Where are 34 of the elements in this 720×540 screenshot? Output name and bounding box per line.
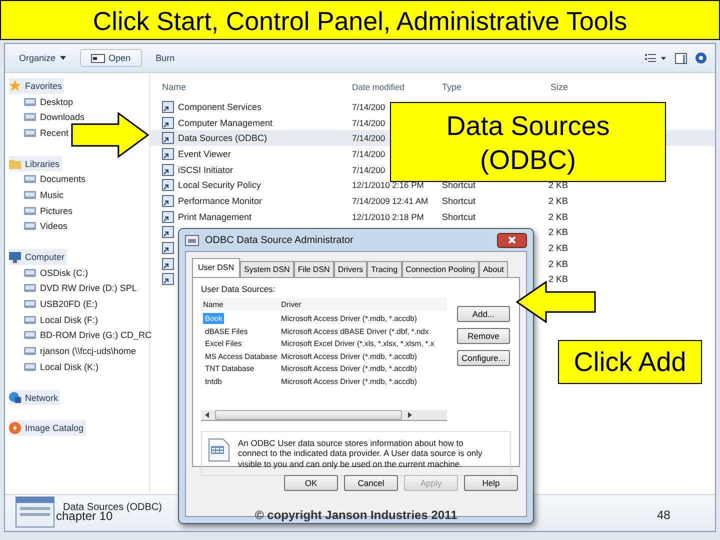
dialog-title: ODBC Data Source Administrator: [205, 234, 354, 246]
list-label: User Data Sources:: [201, 284, 276, 294]
copyright-text: © copyright Janson Industries 2011: [255, 508, 458, 522]
file-size: 2 KB: [548, 180, 568, 190]
file-date: 7/14/200: [352, 148, 386, 159]
file-name: Event Viewer: [178, 148, 231, 159]
callout-tooltip: Click Add: [558, 340, 702, 384]
file-size: 2 KB: [548, 227, 568, 238]
file-type: Shortcut: [442, 180, 476, 190]
file-name: Computer Management: [178, 118, 273, 128]
file-type: Shortcut: [442, 212, 476, 222]
file-name: Print Management: [178, 212, 252, 222]
slide-title: Click Start, Control Panel, Administrative Tools: [0, 0, 720, 40]
callout-tooltip: Data Sources (ODBC): [390, 102, 666, 182]
file-name: Component Services: [178, 102, 262, 112]
file-name: Data Sources (ODBC): [178, 133, 268, 144]
file-date: 12/1/2010 2:16 PM: [352, 180, 424, 190]
file-name: Local Security Policy: [178, 180, 262, 190]
file-name: Performance Monitor: [178, 196, 262, 206]
file-date: 7/14/200: [352, 133, 386, 144]
file-date: 12/1/2010 2:18 PM: [352, 212, 424, 222]
file-size: 2 KB: [548, 243, 568, 254]
file-date: 7/14/200: [352, 164, 386, 175]
file-size: 2 KB: [548, 274, 568, 284]
info-text: An ODBC User data source stores information about how to connect to the indicated data provider. A User data source is only visible to you and can only be used on the current machine.: [238, 438, 484, 470]
file-date: 7/14/2009 12:41 AM: [352, 196, 428, 206]
page-number: 48: [657, 508, 670, 522]
file-date: 7/14/200: [352, 102, 386, 112]
file-type: Shortcut: [442, 196, 476, 206]
file-name: iSCSI Initiator: [178, 164, 234, 175]
file-size: 2 KB: [548, 196, 568, 206]
file-size: 2 KB: [548, 212, 568, 222]
file-size: 2 KB: [548, 258, 568, 269]
file-date: 7/14/200: [352, 118, 386, 128]
